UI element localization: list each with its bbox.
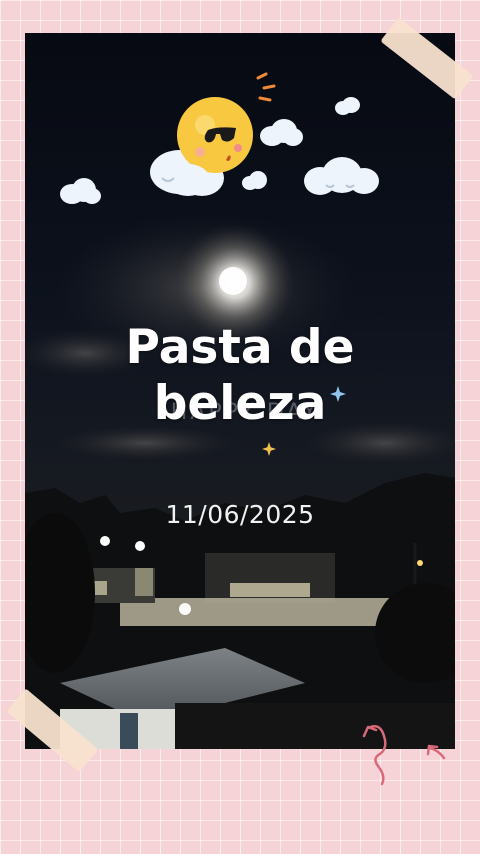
story-title: Pasta de beleza xyxy=(25,320,455,432)
washi-tape-bottom-left xyxy=(7,689,98,772)
title-line-1: Pasta de xyxy=(125,320,355,375)
building-window-light xyxy=(230,583,310,597)
story-date: 11/06/2025 xyxy=(165,500,315,529)
washi-tape-top-right xyxy=(381,18,473,99)
street-light xyxy=(417,560,423,566)
street-light xyxy=(100,536,110,546)
house-door xyxy=(120,713,138,749)
arrow-doodle-icon xyxy=(362,725,446,786)
cloud-icon xyxy=(260,119,303,146)
building-window-light xyxy=(135,568,153,596)
street-light xyxy=(135,541,145,551)
lit-wall xyxy=(120,598,410,626)
cloud-icon xyxy=(242,171,267,190)
street-light xyxy=(179,603,191,615)
cloud-icon xyxy=(60,178,101,204)
title-line-2: beleza xyxy=(153,376,327,431)
cloud-icon xyxy=(335,97,360,115)
cloud-icon xyxy=(304,157,379,195)
moon-core xyxy=(219,267,247,295)
sparkle-icon xyxy=(262,442,276,456)
